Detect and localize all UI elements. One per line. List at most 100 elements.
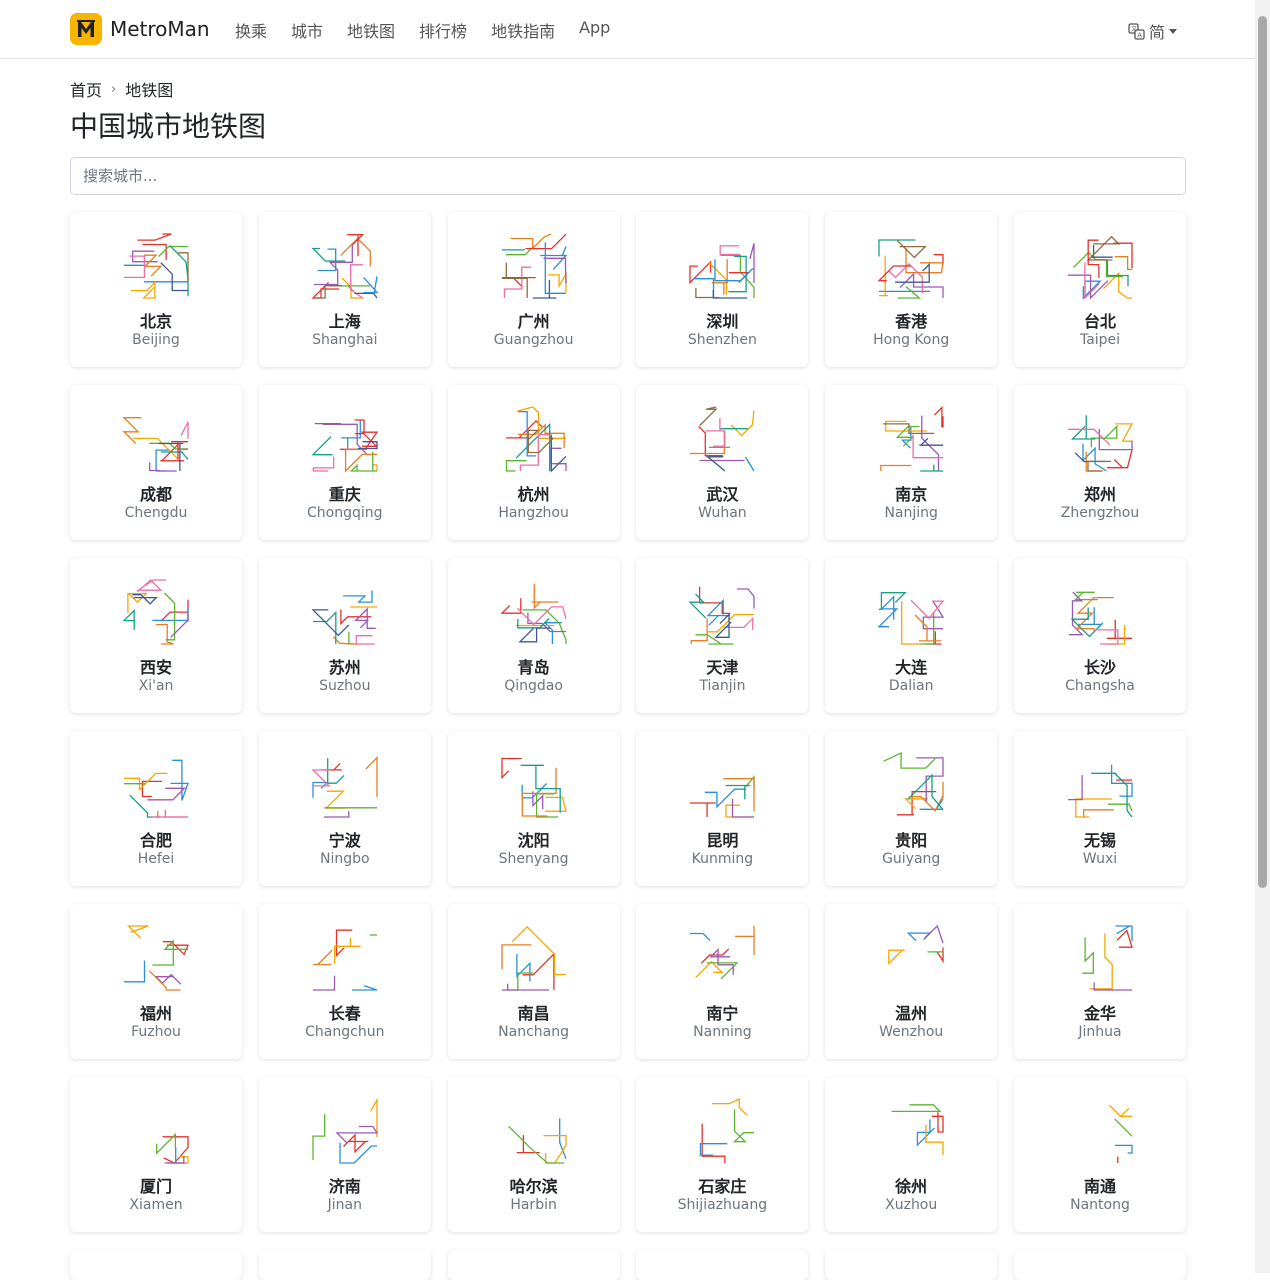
metro-line-path [124,960,146,983]
city-name-chinese: 厦门 [139,1177,172,1196]
city-name-english: Dalian [888,678,934,694]
city-card[interactable]: 青岛 Qingdao [447,558,620,713]
city-card[interactable]: 长春 Changchun [258,904,431,1059]
city-card[interactable]: 厦门 Xiamen [70,1077,242,1232]
city-name-chinese: 哈尔滨 [509,1177,558,1196]
metro-map-thumbnail-icon [689,243,756,299]
metro-map-thumbnail-icon [311,419,379,473]
city-card[interactable]: 郑州 Zhengzhou [1014,385,1186,540]
city-card[interactable]: 长沙 Changsha [1014,558,1186,713]
city-card[interactable]: 沈阳 Shenyang [447,731,620,886]
metro-map-thumbnail-icon [690,406,756,472]
metro-line-path [700,1143,728,1156]
city-card[interactable]: 金华 Jinhua [1014,904,1186,1059]
city-name-chinese: 金华 [1083,1004,1116,1023]
city-card-partial[interactable] [70,1250,242,1280]
metro-map-thumbnail-icon [311,756,378,818]
metro-line-path [501,262,528,298]
city-card[interactable]: 北京 Beijing [70,212,242,367]
city-card[interactable]: 广州 Guangzhou [447,212,620,367]
city-card[interactable]: 深圳 Shenzhen [636,212,809,367]
city-search-input[interactable] [70,157,1186,195]
city-name-english: Changchun [305,1024,385,1040]
metro-line-path [342,590,373,603]
metro-line-path [157,811,188,818]
city-card-partial[interactable] [825,1250,998,1280]
city-card[interactable]: 哈尔滨 Harbin [447,1077,620,1232]
city-card[interactable]: 济南 Jinan [258,1077,431,1232]
nav-app[interactable]: App [579,18,610,42]
metro-line-path [712,1097,748,1116]
city-card[interactable]: 无锡 Wuxi [1014,731,1186,886]
city-card[interactable]: 石家庄 Shijiazhuang [636,1077,809,1232]
city-card[interactable]: 南京 Nanjing [825,385,998,540]
city-card[interactable]: 上海 Shanghai [258,212,431,367]
city-name-chinese: 上海 [328,312,361,331]
nav-ranking[interactable]: 排行榜 [419,18,467,42]
scrollbar-thumb[interactable] [1258,16,1267,888]
city-card[interactable]: 贵阳 Guiyang [825,731,998,886]
brand-home-link[interactable]: MetroMan [70,13,210,45]
city-card[interactable]: 武汉 Wuhan [636,385,809,540]
nav-metro-guide[interactable]: 地铁指南 [491,18,555,42]
metro-map-thumbnail-icon [891,1104,944,1155]
city-card[interactable]: 合肥 Hefei [70,731,242,886]
metro-line-path [1114,256,1132,271]
metro-map-thumbnail-icon [122,417,189,472]
city-card[interactable]: 温州 Wenzhou [825,904,998,1059]
city-name-chinese: 长春 [328,1004,361,1023]
city-card[interactable]: 徐州 Xuzhou [825,1077,998,1232]
city-name-chinese: 天津 [706,658,739,677]
city-card[interactable]: 宁波 Ningbo [258,731,431,886]
city-card[interactable]: 香港 Hong Kong [825,212,998,367]
city-card-partial[interactable] [636,1250,809,1280]
city-card[interactable]: 杭州 Hangzhou [447,385,620,540]
city-name-chinese: 合肥 [139,831,172,850]
city-card[interactable]: 南通 Nantong [1014,1077,1186,1232]
city-card[interactable]: 福州 Fuzhou [70,904,242,1059]
city-card[interactable]: 西安 Xi'an [70,558,242,713]
city-card[interactable]: 南昌 Nanchang [447,904,620,1059]
metro-line-path [1090,424,1118,448]
metro-line-path [689,260,712,285]
metro-map-thumbnail-icon [888,924,944,966]
city-card[interactable]: 苏州 Suzhou [258,558,431,713]
metro-line-path [154,973,182,985]
city-name-chinese: 昆明 [706,831,739,850]
city-card[interactable]: 重庆 Chongqing [258,385,431,540]
city-card[interactable]: 台北 Taipei [1014,212,1186,367]
metro-line-path [547,271,567,293]
breadcrumb-home[interactable]: 首页 [70,77,102,101]
nav-metro-maps[interactable]: 地铁图 [347,18,395,42]
metro-line-path [1106,619,1132,639]
metro-line-path [317,248,337,272]
city-card-partial[interactable] [447,1250,620,1280]
page-scrollbar[interactable] [1255,0,1270,1273]
metro-line-path [354,607,376,629]
metro-line-path [522,952,555,990]
metro-line-path [342,1133,369,1154]
city-card[interactable]: 昆明 Kunming [636,731,809,886]
metro-map-thumbnail-icon [124,925,189,991]
metro-line-path [745,456,755,472]
city-card-partial[interactable] [258,1250,431,1280]
city-card-partial[interactable] [1014,1250,1186,1280]
city-card[interactable]: 天津 Tianjin [636,558,809,713]
metro-line-path [888,949,905,966]
metro-line-path [532,279,556,299]
metro-line-path [880,464,912,471]
metro-map-thumbnail-icon [1068,415,1134,472]
nav-transfer[interactable]: 换乘 [235,18,267,42]
metro-line-path [136,579,167,593]
city-name-english: Shijiazhuang [677,1197,768,1213]
metro-line-path [170,613,189,638]
city-name-chinese: 石家庄 [698,1177,747,1196]
metro-line-path [725,784,751,800]
language-dropdown[interactable]: 文 A 简 [1128,19,1178,43]
city-card[interactable]: 大连 Dalian [825,558,998,713]
metro-line-path [699,406,718,426]
city-card[interactable]: 南宁 Nanning [636,904,809,1059]
city-card[interactable]: 成都 Chengdu [70,385,242,540]
nav-cities[interactable]: 城市 [291,18,323,42]
metro-line-path [341,277,364,299]
